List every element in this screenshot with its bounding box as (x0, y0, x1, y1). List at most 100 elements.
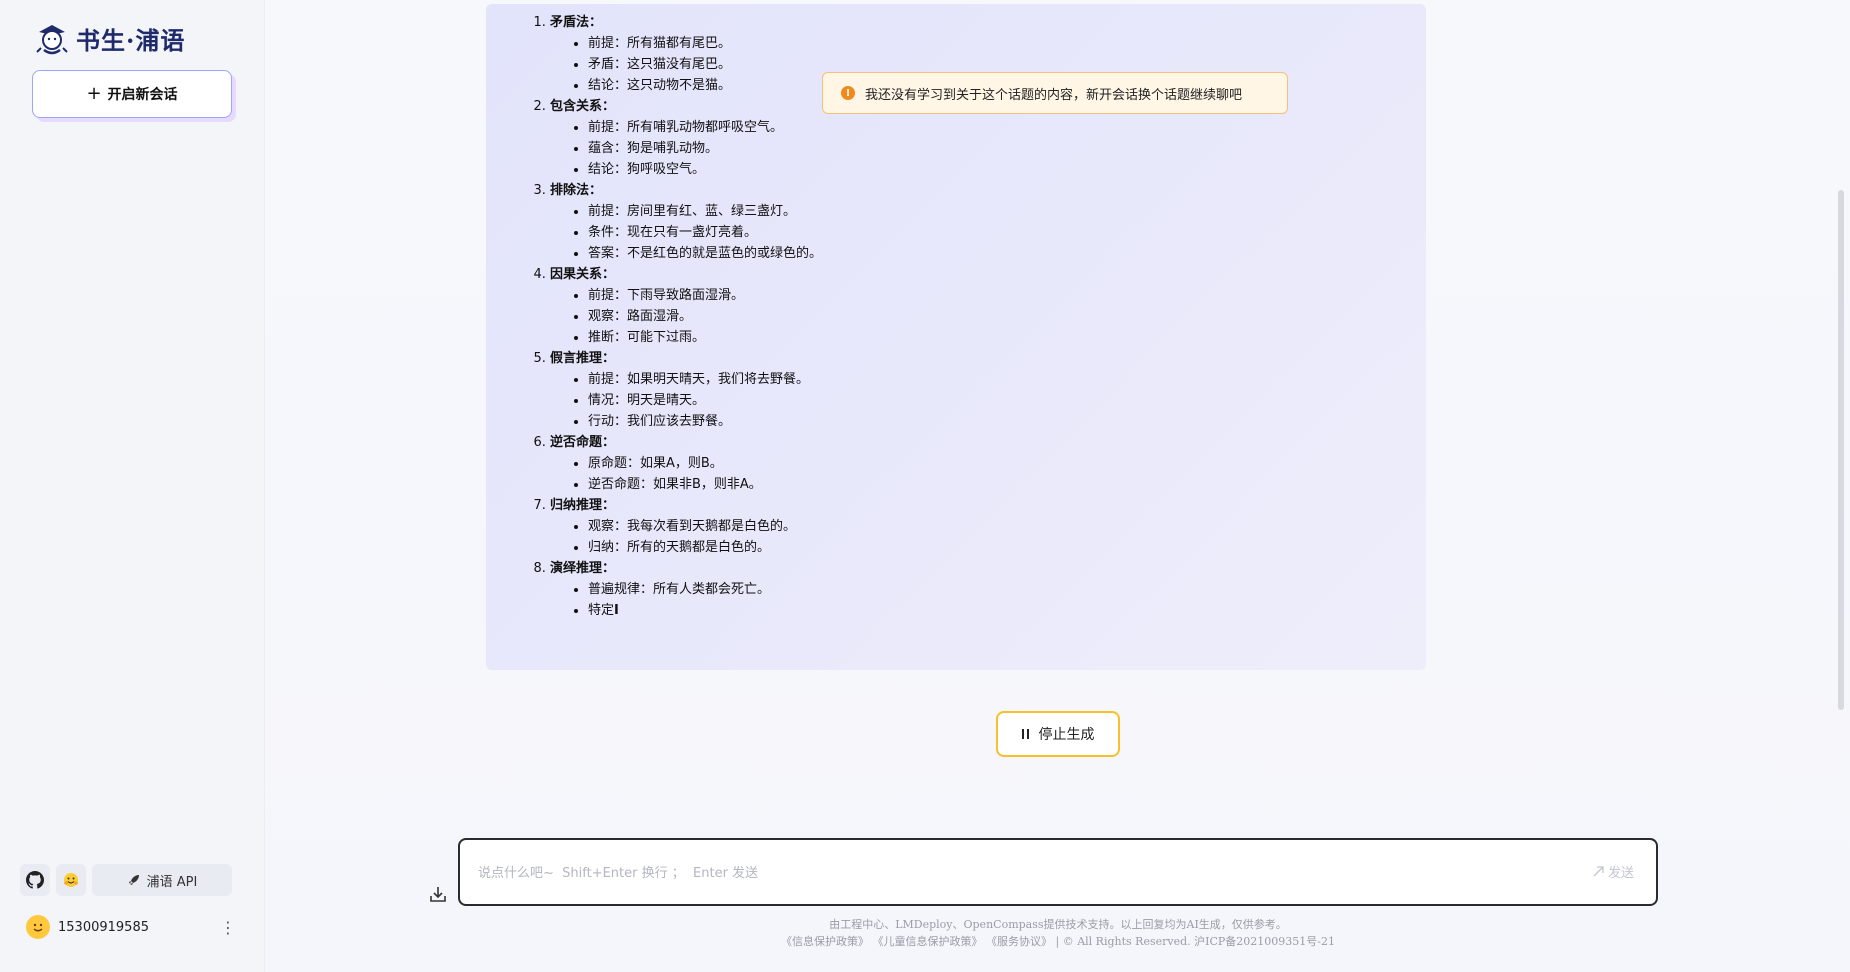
list-item-text: 矛盾：这只猫没有尾巴。 (588, 57, 732, 72)
more-vertical-icon[interactable]: ⋮ (220, 918, 236, 937)
rocket-icon (128, 875, 139, 885)
list-item-text: 归纳：所有的天鹅都是白色的。 (588, 540, 771, 555)
section-title: 排除法： (550, 183, 603, 198)
footer-links: 《信息保护政策》 《儿童信息保护政策》 《服务协议》 | © All Right… (458, 933, 1658, 950)
chat-input[interactable] (476, 860, 1540, 886)
pause-icon (1021, 729, 1029, 739)
sidebar-links: 浦语 API (20, 864, 232, 896)
list-item: 观察：路面湿滑。 (588, 306, 1426, 327)
new-chat-button[interactable]: + 开启新会话 (32, 70, 232, 118)
privacy-policy-link[interactable]: 《信息保护政策》 (781, 935, 869, 948)
plus-icon: + (86, 83, 102, 104)
api-label: 浦语 API (146, 874, 198, 890)
list-item-text: 行动：我们应该去野餐。 (588, 414, 732, 429)
avatar (26, 915, 50, 939)
section-points: 原命题：如果A，则B。逆否命题：如果非B，则非A。 (550, 453, 1426, 495)
copyright: | © All Rights Reserved. 沪ICP备2021009351… (1055, 935, 1336, 948)
user-profile[interactable]: 15300919585 ⋮ (26, 914, 236, 940)
list-item: 推断：可能下过雨。 (588, 327, 1426, 348)
toast-message: 我还没有学习到关于这个话题的内容，新开会话换个话题继续聊吧 (865, 87, 1243, 103)
list-item: 前提：所有哺乳动物都呼吸空气。 (588, 117, 1426, 138)
list-item-text: 逆否命题：如果非B，则非A。 (588, 477, 762, 492)
list-item: 前提：所有猫都有尾巴。 (588, 33, 1426, 54)
api-button[interactable]: 浦语 API (92, 864, 232, 896)
section-title: 演绎推理： (550, 561, 616, 576)
warning-icon: ! (841, 86, 855, 100)
section-title: 因果关系： (550, 267, 616, 282)
user-phone: 15300919585 (58, 919, 149, 935)
reasoning-section: 因果关系： 前提：下雨导致路面湿滑。观察：路面湿滑。推断：可能下过雨。 (550, 264, 1426, 348)
section-title: 矛盾法： (550, 15, 603, 30)
list-item: 特定I (588, 600, 1426, 621)
list-item-text: 观察：我每次看到天鹅都是白色的。 (588, 519, 797, 534)
section-points: 前提：所有哺乳动物都呼吸空气。蕴含：狗是哺乳动物。结论：狗呼吸空气。 (550, 117, 1426, 180)
list-item: 前提：房间里有红、蓝、绿三盏灯。 (588, 201, 1426, 222)
reasoning-section: 归纳推理： 观察：我每次看到天鹅都是白色的。归纳：所有的天鹅都是白色的。 (550, 495, 1426, 558)
smile-face-icon (33, 923, 43, 932)
warning-toast: ! 我还没有学习到关于这个话题的内容，新开会话换个话题继续聊吧 (822, 72, 1288, 114)
list-item-text: 原命题：如果A，则B。 (588, 456, 723, 471)
reasoning-section: 演绎推理： 普遍规律：所有人类都会死亡。特定I (550, 558, 1426, 621)
stop-label: 停止生成 (1038, 727, 1095, 743)
section-title: 包含关系： (550, 99, 616, 114)
list-item-text: 推断：可能下过雨。 (588, 330, 706, 345)
section-title: 假言推理： (550, 351, 616, 366)
github-icon (26, 871, 44, 889)
list-item: 蕴含：狗是哺乳动物。 (588, 138, 1426, 159)
github-button[interactable] (20, 864, 50, 896)
list-item-text: 蕴含：狗是哺乳动物。 (588, 141, 719, 156)
list-item-text: 前提：所有猫都有尾巴。 (588, 36, 732, 51)
list-item-text: 前提：房间里有红、蓝、绿三盏灯。 (588, 204, 797, 219)
section-points: 前提：下雨导致路面湿滑。观察：路面湿滑。推断：可能下过雨。 (550, 285, 1426, 348)
download-icon[interactable] (428, 884, 448, 904)
service-agreement-link[interactable]: 《服务协议》 (986, 935, 1052, 948)
send-label: 发送 (1607, 866, 1634, 881)
scrollbar[interactable] (1838, 190, 1844, 710)
list-item: 前提：如果明天晴天，我们将去野餐。 (588, 369, 1426, 390)
list-item-text: 普遍规律：所有人类都会死亡。 (588, 582, 771, 597)
sidebar: 书生·浦语 + 开启新会话 浦语 API 15300919585 ⋮ (0, 0, 265, 972)
footer-disclaimer: 由工程中心、LMDeploy、OpenCompass提供技术支持。以上回复均为A… (829, 918, 1287, 931)
section-points: 普遍规律：所有人类都会死亡。特定I (550, 579, 1426, 621)
list-item: 结论：狗呼吸空气。 (588, 159, 1426, 180)
list-item-text: 前提：下雨导致路面湿滑。 (588, 288, 745, 303)
stop-generating-button[interactable]: 停止生成 (996, 711, 1120, 757)
section-points: 前提：房间里有红、蓝、绿三盏灯。条件：现在只有一盏灯亮着。答案：不是红色的就是蓝… (550, 201, 1426, 264)
list-item: 条件：现在只有一盏灯亮着。 (588, 222, 1426, 243)
send-button[interactable]: 发送 (1593, 862, 1634, 881)
list-item: 普遍规律：所有人类都会死亡。 (588, 579, 1426, 600)
logo-text: 书生·浦语 (76, 25, 186, 55)
list-item-text: 情况：明天是晴天。 (588, 393, 706, 408)
list-item: 逆否命题：如果非B，则非A。 (588, 474, 1426, 495)
child-privacy-link[interactable]: 《儿童信息保护政策》 (873, 935, 983, 948)
list-item-text: 结论：这只动物不是猫。 (588, 78, 732, 93)
list-item: 行动：我们应该去野餐。 (588, 411, 1426, 432)
list-item-text: 前提：所有哺乳动物都呼吸空气。 (588, 120, 784, 135)
list-item: 归纳：所有的天鹅都是白色的。 (588, 537, 1426, 558)
list-item-text: 结论：狗呼吸空气。 (588, 162, 706, 177)
new-chat-label: 开启新会话 (107, 87, 178, 103)
list-item-text: 条件：现在只有一盏灯亮着。 (588, 225, 758, 240)
list-item-text: 答案：不是红色的就是蓝色的或绿色的。 (588, 246, 823, 261)
section-points: 前提：如果明天晴天，我们将去野餐。情况：明天是晴天。行动：我们应该去野餐。 (550, 369, 1426, 432)
reasoning-section: 排除法： 前提：房间里有红、蓝、绿三盏灯。条件：现在只有一盏灯亮着。答案：不是红色… (550, 180, 1426, 264)
section-points: 观察：我每次看到天鹅都是白色的。归纳：所有的天鹅都是白色的。 (550, 516, 1426, 558)
streaming-cursor: I (614, 603, 619, 618)
logo[interactable]: 书生·浦语 (34, 18, 185, 58)
chat-input-box: 发送 (458, 838, 1658, 906)
send-icon (1593, 866, 1604, 877)
huggingface-icon (64, 873, 78, 887)
list-item: 答案：不是红色的就是蓝色的或绿色的。 (588, 243, 1426, 264)
list-item: 原命题：如果A，则B。 (588, 453, 1426, 474)
footer: 由工程中心、LMDeploy、OpenCompass提供技术支持。以上回复均为A… (458, 916, 1658, 950)
reasoning-section: 假言推理： 前提：如果明天晴天，我们将去野餐。情况：明天是晴天。行动：我们应该去野… (550, 348, 1426, 432)
list-item: 前提：下雨导致路面湿滑。 (588, 285, 1426, 306)
list-item: 情况：明天是晴天。 (588, 390, 1426, 411)
huggingface-button[interactable] (56, 864, 86, 896)
section-title: 逆否命题： (550, 435, 616, 450)
section-title: 归纳推理： (550, 498, 616, 513)
scholar-mascot-icon (36, 25, 68, 55)
reasoning-section: 逆否命题： 原命题：如果A，则B。逆否命题：如果非B，则非A。 (550, 432, 1426, 495)
list-item-text: 观察：路面湿滑。 (588, 309, 693, 324)
list-item-text: 前提：如果明天晴天，我们将去野餐。 (588, 372, 810, 387)
